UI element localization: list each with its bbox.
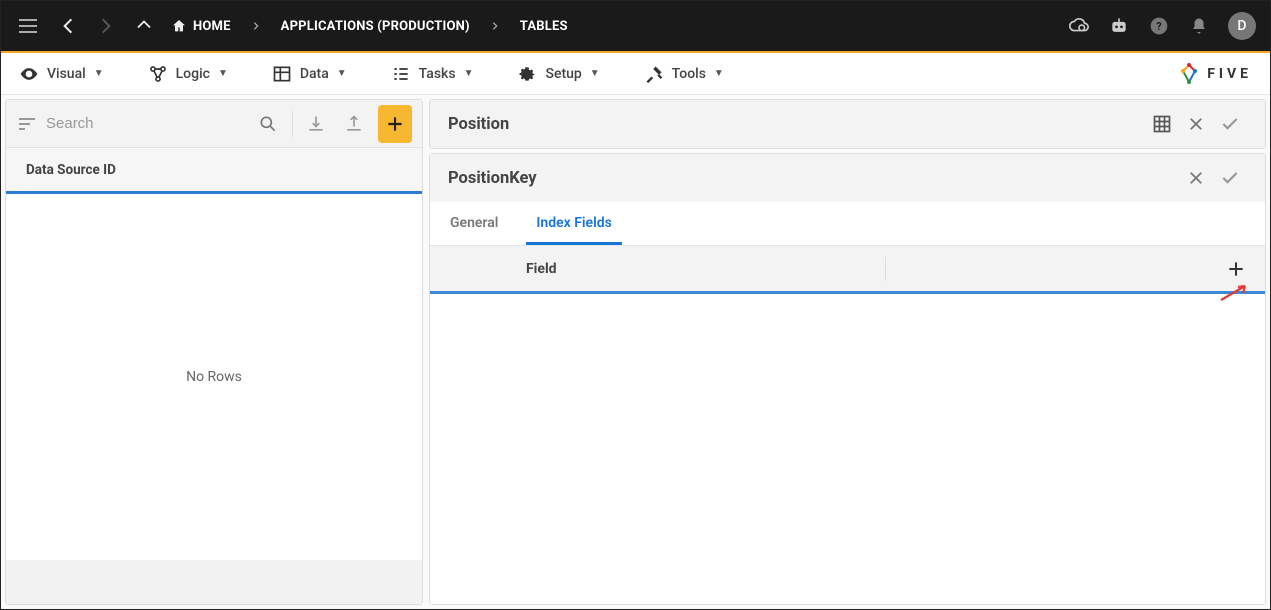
panel-position-title: Position [448,115,509,134]
field-header-row: Field [430,246,1265,294]
breadcrumb-tables-label: TABLES [520,19,568,34]
up-button[interactable] [133,15,155,37]
breadcrumb: HOME APPLICATIONS (PRODUCTION) TABLES [171,18,568,34]
panel-positionkey: PositionKey General Index Fields Field [429,153,1266,605]
menu-tasks-label: Tasks [419,66,456,82]
gear-icon [517,64,537,84]
search-input[interactable] [46,115,245,132]
bell-icon[interactable] [1188,15,1210,37]
breadcrumb-sep-icon [251,19,261,33]
dropdown-icon: ▼ [337,68,347,79]
tools-icon [644,64,664,84]
menu-data-label: Data [300,66,329,82]
svg-text:?: ? [1156,20,1161,33]
panel-positionkey-title: PositionKey [448,169,537,188]
breadcrumb-home-label: HOME [193,19,231,34]
home-icon [171,18,187,34]
tab-general[interactable]: General [440,204,508,245]
table-icon [272,64,292,84]
confirm-icon[interactable] [1213,161,1247,195]
menu-visual[interactable]: Visual ▼ [19,64,104,84]
menu-logic-label: Logic [176,66,210,82]
column-header-label: Data Source ID [26,162,116,178]
empty-state: No Rows [6,194,422,560]
tab-index-fields[interactable]: Index Fields [526,204,621,245]
search-toolbar [6,100,422,148]
menu-logic[interactable]: Logic ▼ [148,64,228,84]
tab-general-label: General [450,215,498,231]
menu-data[interactable]: Data ▼ [272,64,347,84]
panel-position: Position [429,99,1266,149]
top-nav-bar: HOME APPLICATIONS (PRODUCTION) TABLES ? [1,1,1270,53]
field-body [430,294,1265,604]
close-icon[interactable] [1179,161,1213,195]
menu-bar: Visual ▼ Logic ▼ Data ▼ Tasks ▼ Setup ▼ … [1,53,1270,95]
grid-view-icon[interactable] [1145,107,1179,141]
dropdown-icon: ▼ [464,68,474,79]
main-area: Data Source ID No Rows Position [1,95,1270,609]
bot-icon[interactable] [1108,15,1130,37]
panel-position-header: Position [430,100,1265,148]
left-pane: Data Source ID No Rows [5,99,423,605]
filter-icon[interactable] [16,115,38,133]
left-footer [6,560,422,604]
close-icon[interactable] [1179,107,1213,141]
import-icon[interactable] [301,107,332,141]
panel-positionkey-header: PositionKey [430,154,1265,202]
breadcrumb-sep-icon [490,19,500,33]
menu-tools[interactable]: Tools ▼ [644,64,724,84]
logic-icon [148,64,168,84]
help-icon[interactable]: ? [1148,15,1170,37]
back-button[interactable] [57,15,79,37]
menu-tasks[interactable]: Tasks ▼ [391,64,474,84]
cloud-icon[interactable] [1068,15,1090,37]
menu-visual-label: Visual [47,66,86,82]
search-icon[interactable] [253,107,284,141]
dropdown-icon: ▼ [218,68,228,79]
breadcrumb-tables[interactable]: TABLES [520,19,568,34]
empty-state-text: No Rows [186,369,242,385]
menu-setup-label: Setup [545,66,581,82]
avatar-initial: D [1237,18,1246,34]
export-icon[interactable] [339,107,370,141]
add-button[interactable] [378,105,412,143]
brand-logo: FIVE [1177,62,1252,86]
menu-setup[interactable]: Setup ▼ [517,64,599,84]
dropdown-icon: ▼ [590,68,600,79]
right-pane: Position PositionKey [429,99,1266,605]
breadcrumb-applications-label: APPLICATIONS (PRODUCTION) [281,19,470,34]
column-header[interactable]: Data Source ID [6,148,422,194]
menu-tools-label: Tools [672,66,706,82]
eye-icon [19,64,39,84]
dropdown-icon: ▼ [94,68,104,79]
breadcrumb-home[interactable]: HOME [171,18,231,34]
forward-button [95,15,117,37]
confirm-icon[interactable] [1213,107,1247,141]
field-column-label: Field [526,261,557,277]
add-field-button[interactable] [1221,254,1251,284]
avatar[interactable]: D [1228,12,1256,40]
brand-label: FIVE [1207,66,1252,82]
brand-icon [1177,62,1201,86]
tab-bar: General Index Fields [430,202,1265,246]
tab-index-fields-label: Index Fields [536,215,611,231]
dropdown-icon: ▼ [714,68,724,79]
breadcrumb-applications[interactable]: APPLICATIONS (PRODUCTION) [281,19,470,34]
tasks-icon [391,64,411,84]
hamburger-menu[interactable] [15,15,41,37]
